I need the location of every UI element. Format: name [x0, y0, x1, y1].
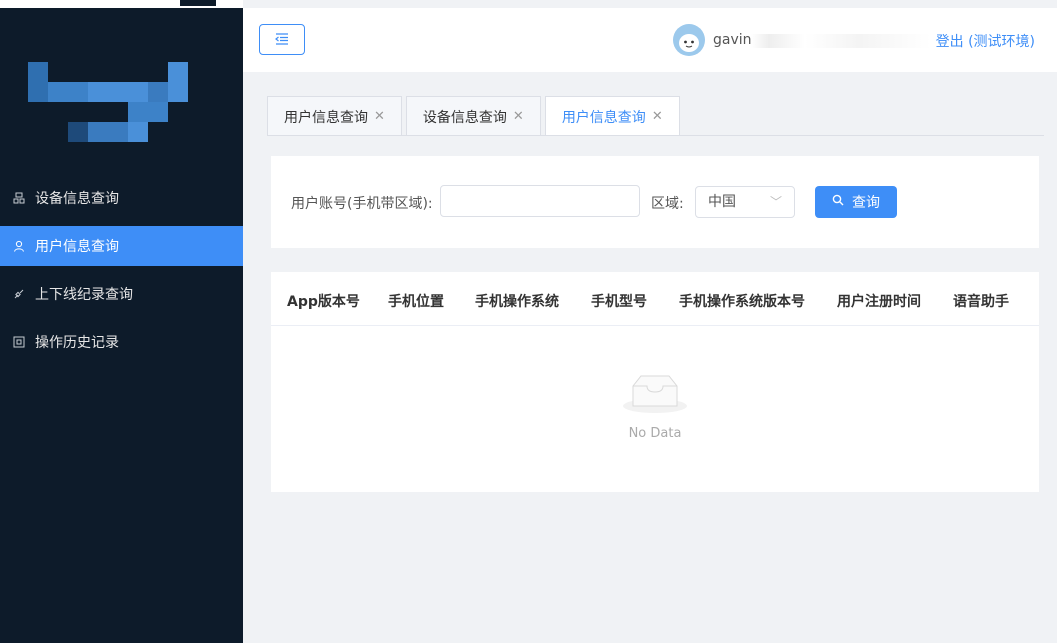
sidebar-menu: 设备信息查询 用户信息查询 上下线纪录查询 操作历史记录: [0, 178, 243, 370]
search-icon: [832, 194, 844, 210]
account-label: 用户账号(手机带区域):: [291, 196, 433, 212]
top-edge: [0, 0, 243, 8]
sidebar-item-online-records[interactable]: 上下线纪录查询: [0, 274, 243, 314]
tab-label: 设备信息查询: [422, 109, 507, 126]
table-header: App版本号 手机位置 手机操作系统 手机型号 手机操作系统版本号 用户注册时间…: [271, 272, 1039, 326]
user-icon: [12, 239, 26, 253]
avatar[interactable]: [673, 24, 705, 56]
column-header: App版本号: [287, 294, 360, 310]
tab-label: 用户信息查询: [561, 109, 646, 126]
logo: [28, 62, 188, 142]
column-header: 手机操作系统: [475, 294, 559, 310]
sidebar-item-label: 操作历史记录: [35, 335, 119, 351]
history-icon: [12, 335, 26, 349]
redacted-info: [751, 34, 931, 48]
tabs-divider: [267, 135, 1044, 136]
sidebar-item-label: 用户信息查询: [35, 239, 119, 255]
empty-box-icon: [623, 372, 687, 418]
top-header: gavin 登出 (测试环境): [243, 8, 1057, 72]
region-label: 区域:: [651, 196, 684, 212]
tab-user-info-active[interactable]: 用户信息查询 ✕: [544, 96, 680, 136]
sidebar-item-device-info[interactable]: 设备信息查询: [0, 178, 243, 218]
close-icon[interactable]: ✕: [513, 109, 524, 124]
query-button[interactable]: 查询: [815, 186, 897, 218]
search-form: 用户账号(手机带区域): 区域: 中国 ﹀ 查询: [271, 156, 1039, 248]
region-select[interactable]: 中国 ﹀: [695, 186, 795, 218]
page-tabs: 用户信息查询 ✕ 设备信息查询 ✕ 用户信息查询 ✕: [267, 96, 684, 136]
column-header: 语音助手: [953, 294, 1009, 310]
link-icon: [12, 287, 26, 301]
device-icon: [12, 191, 26, 205]
sidebar: 设备信息查询 用户信息查询 上下线纪录查询 操作历史记录: [0, 0, 243, 643]
chevron-down-icon: ﹀: [769, 195, 782, 209]
sidebar-item-label: 设备信息查询: [35, 191, 119, 207]
menu-fold-icon: [275, 30, 289, 49]
empty-text: No Data: [628, 426, 682, 441]
sidebar-item-history[interactable]: 操作历史记录: [0, 322, 243, 362]
column-header: 手机位置: [388, 294, 444, 310]
column-header: 手机型号: [591, 294, 647, 310]
sidebar-item-user-info[interactable]: 用户信息查询: [0, 226, 243, 266]
close-icon[interactable]: ✕: [652, 109, 663, 124]
account-input[interactable]: [440, 185, 640, 217]
results-table: App版本号 手机位置 手机操作系统 手机型号 手机操作系统版本号 用户注册时间…: [271, 272, 1039, 492]
menu-toggle-button[interactable]: [259, 24, 305, 55]
column-header: 手机操作系统版本号: [679, 294, 805, 310]
tab-user-info[interactable]: 用户信息查询 ✕: [267, 96, 402, 136]
tab-label: 用户信息查询: [284, 109, 368, 126]
close-icon[interactable]: ✕: [374, 109, 385, 124]
query-label: 查询: [852, 195, 880, 211]
empty-state: No Data: [271, 326, 1039, 492]
username: gavin: [713, 32, 752, 48]
column-header: 用户注册时间: [837, 294, 921, 310]
tab-device-info[interactable]: 设备信息查询 ✕: [405, 96, 541, 136]
logout-link[interactable]: 登出 (测试环境): [936, 31, 1035, 51]
sidebar-item-label: 上下线纪录查询: [35, 287, 133, 303]
region-value: 中国: [708, 194, 736, 210]
